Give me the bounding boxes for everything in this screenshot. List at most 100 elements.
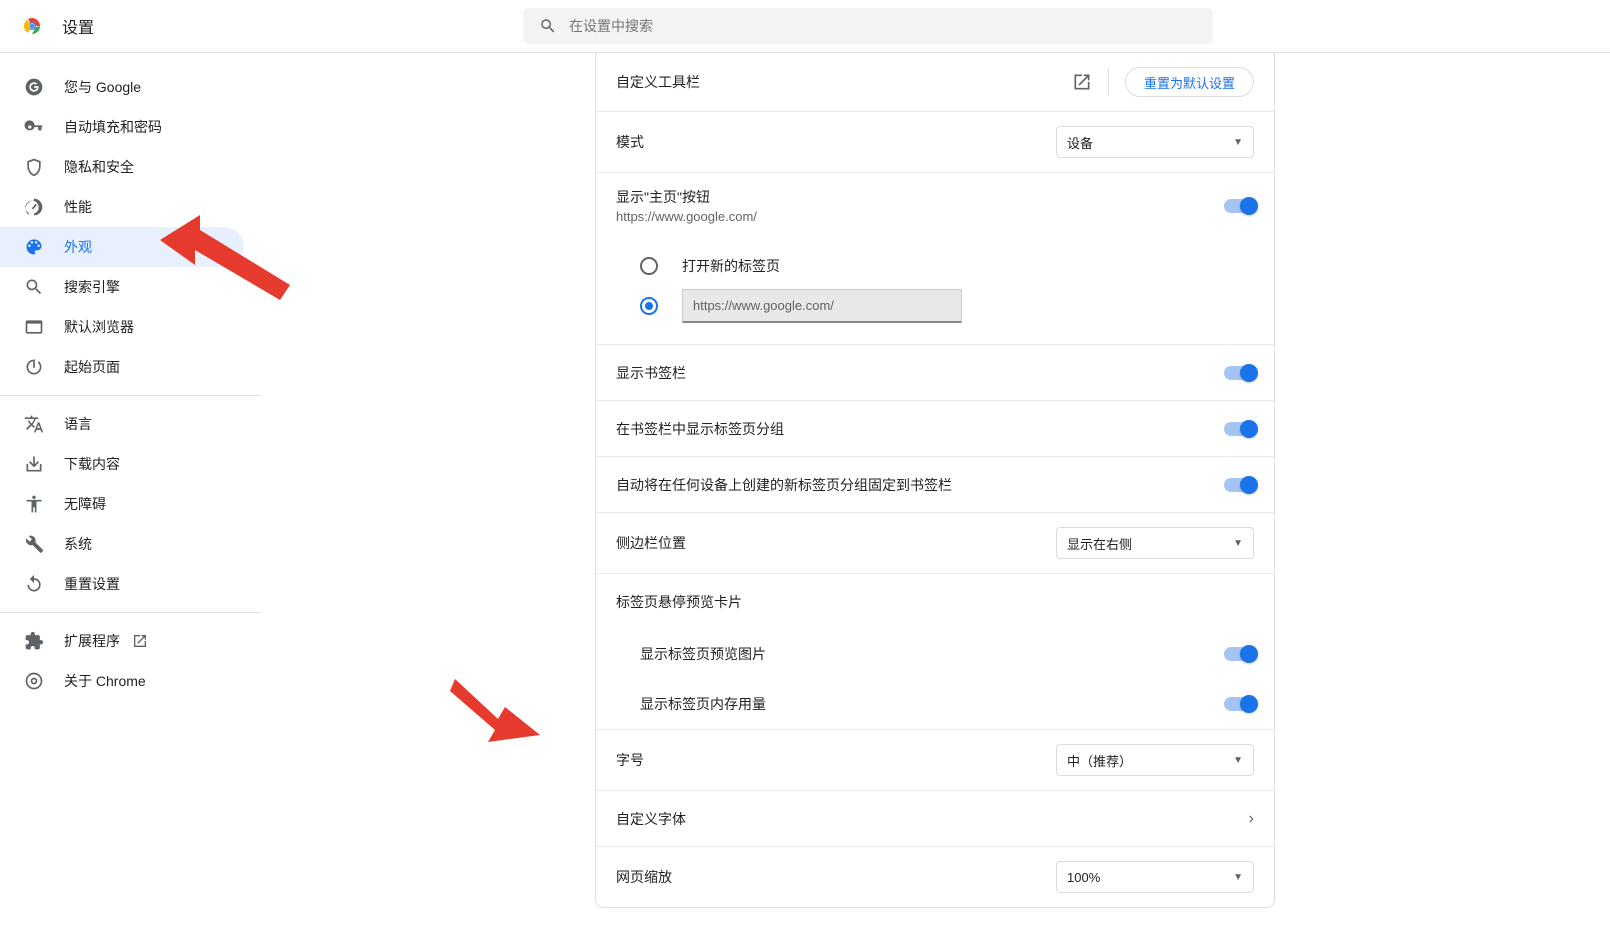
show-preview-label: 显示标签页预览图片 bbox=[640, 644, 1224, 664]
sidebar-label: 外观 bbox=[64, 237, 92, 257]
chevron-down-icon: ▼ bbox=[1233, 538, 1243, 549]
show-tab-groups-row: 在书签栏中显示标签页分组 bbox=[596, 400, 1274, 456]
open-in-new-icon bbox=[132, 633, 148, 649]
sidebar-item-about[interactable]: 关于 Chrome bbox=[0, 661, 244, 701]
sidebar-item-reset[interactable]: 重置设置 bbox=[0, 564, 244, 604]
hover-card-title: 标签页悬停预览卡片 bbox=[616, 592, 1254, 612]
mode-label: 模式 bbox=[616, 132, 1056, 152]
page-zoom-select[interactable]: 100% ▼ bbox=[1056, 861, 1254, 893]
sidebar-label: 下载内容 bbox=[64, 454, 120, 474]
shield-icon bbox=[24, 157, 44, 177]
search-icon bbox=[539, 17, 557, 35]
sidebar-item-appearance[interactable]: 外观 bbox=[0, 227, 244, 267]
vertical-divider bbox=[1108, 68, 1109, 96]
sidebar-label: 无障碍 bbox=[64, 494, 106, 514]
font-size-select[interactable]: 中（推荐） ▼ bbox=[1056, 744, 1254, 776]
app-header: 设置 bbox=[0, 0, 1610, 53]
hover-card-title-row: 标签页悬停预览卡片 bbox=[596, 573, 1274, 629]
search-container[interactable] bbox=[523, 8, 1213, 44]
show-mem-toggle[interactable] bbox=[1224, 697, 1254, 711]
sidebar-item-privacy[interactable]: 隐私和安全 bbox=[0, 147, 244, 187]
sidebar-label: 性能 bbox=[64, 197, 92, 217]
sidebar-label: 关于 Chrome bbox=[64, 671, 146, 691]
radio-icon bbox=[640, 297, 658, 315]
browser-icon bbox=[24, 317, 44, 337]
sidebar-item-extensions[interactable]: 扩展程序 bbox=[0, 621, 244, 661]
auto-pin-groups-label: 自动将在任何设备上创建的新标签页分组固定到书签栏 bbox=[616, 475, 1224, 495]
power-icon bbox=[24, 357, 44, 377]
show-home-label: 显示"主页"按钮 bbox=[616, 187, 1224, 207]
show-home-toggle[interactable] bbox=[1224, 199, 1254, 213]
main-content: 自定义工具栏 重置为默认设置 模式 设备 ▼ 显示"主页"按钮 https:/ bbox=[595, 53, 1275, 928]
sidebar-item-system[interactable]: 系统 bbox=[0, 524, 244, 564]
sidebar-label: 隐私和安全 bbox=[64, 157, 134, 177]
reset-icon bbox=[24, 574, 44, 594]
show-preview-row: 显示标签页预览图片 bbox=[596, 629, 1274, 679]
home-radio-group: 打开新的标签页 bbox=[596, 238, 1274, 344]
mode-select[interactable]: 设备 ▼ bbox=[1056, 126, 1254, 158]
show-mem-label: 显示标签页内存用量 bbox=[640, 694, 1224, 714]
extension-icon bbox=[24, 631, 44, 651]
sidebar-item-downloads[interactable]: 下载内容 bbox=[0, 444, 244, 484]
sidebar-item-languages[interactable]: 语言 bbox=[0, 404, 244, 444]
radio-custom-url[interactable] bbox=[640, 286, 1254, 326]
sidebar-label: 系统 bbox=[64, 534, 92, 554]
sidebar-label: 起始页面 bbox=[64, 357, 120, 377]
translate-icon bbox=[24, 414, 44, 434]
chevron-right-icon: › bbox=[1249, 810, 1254, 828]
sidebar-item-default-browser[interactable]: 默认浏览器 bbox=[0, 307, 244, 347]
custom-font-label: 自定义字体 bbox=[616, 809, 1249, 829]
sidebar-label: 默认浏览器 bbox=[64, 317, 134, 337]
search-icon bbox=[24, 277, 44, 297]
show-tab-groups-toggle[interactable] bbox=[1224, 422, 1254, 436]
show-bookmarks-label: 显示书签栏 bbox=[616, 363, 1224, 383]
sidebar-label: 扩展程序 bbox=[64, 631, 120, 651]
radio-icon bbox=[640, 257, 658, 275]
side-panel-row: 侧边栏位置 显示在右侧 ▼ bbox=[596, 512, 1274, 573]
sidebar-item-you-and-google[interactable]: 您与 Google bbox=[0, 67, 244, 107]
show-home-url: https://www.google.com/ bbox=[616, 209, 1224, 224]
sidebar-label: 您与 Google bbox=[64, 77, 141, 97]
sidebar-item-on-startup[interactable]: 起始页面 bbox=[0, 347, 244, 387]
page-title: 设置 bbox=[62, 14, 94, 38]
font-size-label: 字号 bbox=[616, 750, 1056, 770]
search-input[interactable] bbox=[569, 18, 1197, 34]
sidebar-divider bbox=[0, 612, 260, 613]
speedometer-icon bbox=[24, 197, 44, 217]
side-panel-select[interactable]: 显示在右侧 ▼ bbox=[1056, 527, 1254, 559]
wrench-icon bbox=[24, 534, 44, 554]
auto-pin-groups-toggle[interactable] bbox=[1224, 478, 1254, 492]
open-in-new-icon[interactable] bbox=[1072, 72, 1092, 92]
sidebar-item-autofill[interactable]: 自动填充和密码 bbox=[0, 107, 244, 147]
sidebar-label: 搜索引擎 bbox=[64, 277, 120, 297]
show-bookmarks-toggle[interactable] bbox=[1224, 366, 1254, 380]
mode-value: 设备 bbox=[1067, 133, 1093, 152]
custom-toolbar-label: 自定义工具栏 bbox=[616, 72, 1072, 92]
show-tab-groups-label: 在书签栏中显示标签页分组 bbox=[616, 419, 1224, 439]
page-zoom-row: 网页缩放 100% ▼ bbox=[596, 846, 1274, 907]
page-zoom-label: 网页缩放 bbox=[616, 867, 1056, 887]
chevron-down-icon: ▼ bbox=[1233, 137, 1243, 148]
key-icon bbox=[24, 117, 44, 137]
show-mem-row: 显示标签页内存用量 bbox=[596, 679, 1274, 729]
reset-default-button[interactable]: 重置为默认设置 bbox=[1125, 67, 1254, 97]
palette-icon bbox=[24, 237, 44, 257]
custom-font-row[interactable]: 自定义字体 › bbox=[596, 790, 1274, 846]
custom-toolbar-row[interactable]: 自定义工具栏 重置为默认设置 bbox=[596, 53, 1274, 111]
radio-new-tab[interactable]: 打开新的标签页 bbox=[640, 246, 1254, 286]
font-size-row: 字号 中（推荐） ▼ bbox=[596, 729, 1274, 790]
mode-row: 模式 设备 ▼ bbox=[596, 111, 1274, 172]
chevron-down-icon: ▼ bbox=[1233, 755, 1243, 766]
sidebar-item-performance[interactable]: 性能 bbox=[0, 187, 244, 227]
home-url-input[interactable] bbox=[682, 289, 962, 323]
show-preview-toggle[interactable] bbox=[1224, 647, 1254, 661]
page-zoom-value: 100% bbox=[1067, 870, 1100, 885]
font-size-value: 中（推荐） bbox=[1067, 751, 1132, 770]
sidebar-item-search-engine[interactable]: 搜索引擎 bbox=[0, 267, 244, 307]
chrome-outline-icon bbox=[24, 671, 44, 691]
side-panel-label: 侧边栏位置 bbox=[616, 533, 1056, 553]
show-bookmarks-row: 显示书签栏 bbox=[596, 344, 1274, 400]
chevron-down-icon: ▼ bbox=[1233, 872, 1243, 883]
side-panel-value: 显示在右侧 bbox=[1067, 534, 1132, 553]
sidebar-item-accessibility[interactable]: 无障碍 bbox=[0, 484, 244, 524]
